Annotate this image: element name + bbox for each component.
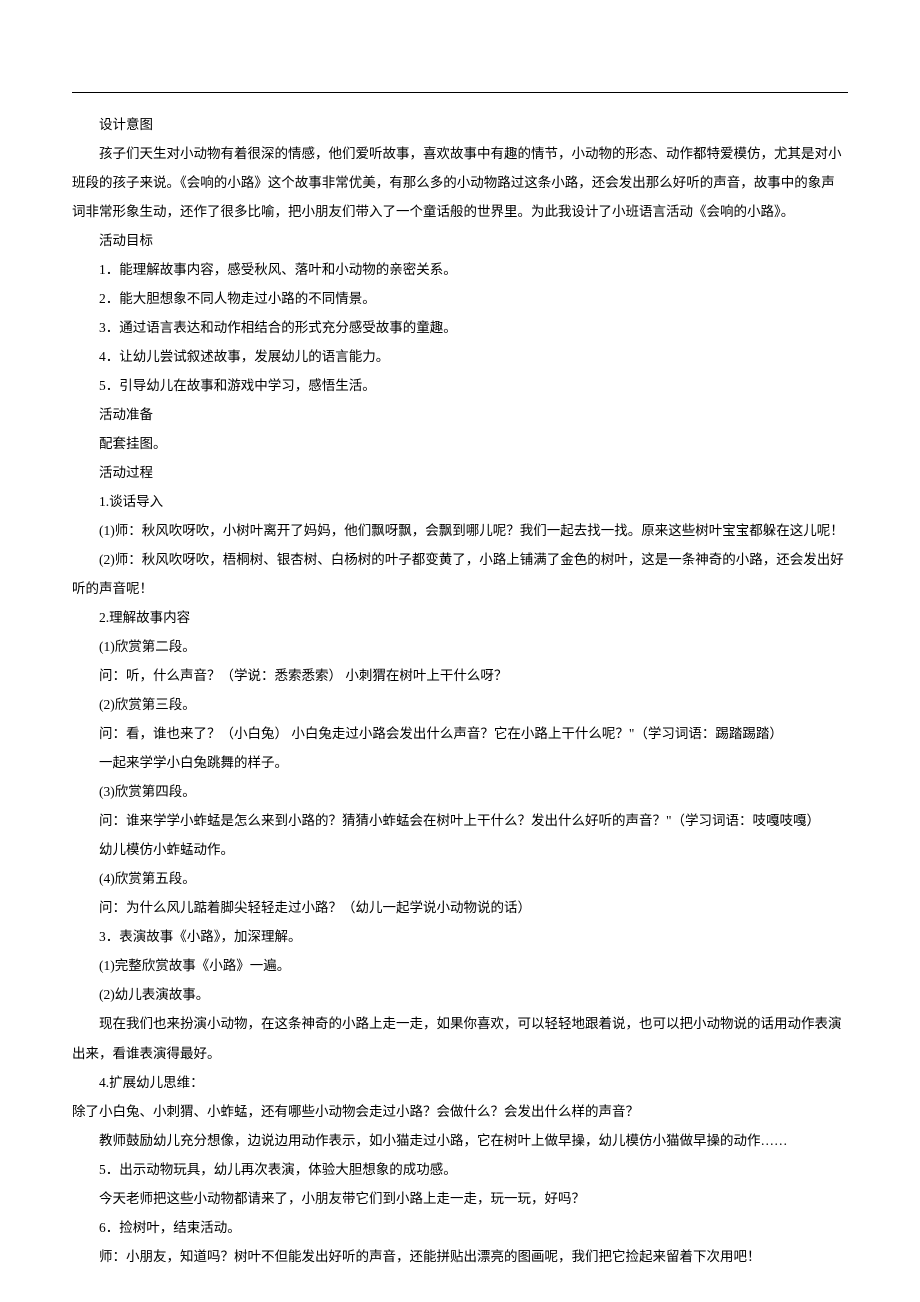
paragraph-line: 2．能大胆想象不同人物走过小路的不同情景。 xyxy=(72,284,848,313)
paragraph-line: 1.谈话导入 xyxy=(72,487,848,516)
paragraph-line: 教师鼓励幼儿充分想像，边说边用动作表示，如小猫走过小路，它在树叶上做早操，幼儿模… xyxy=(72,1126,848,1155)
paragraph-line: 1．能理解故事内容，感受秋风、落叶和小动物的亲密关系。 xyxy=(72,255,848,284)
paragraph-line: 4．让幼儿尝试叙述故事，发展幼儿的语言能力。 xyxy=(72,342,848,371)
paragraph-line: 3．通过语言表达和动作相结合的形式充分感受故事的童趣。 xyxy=(72,313,848,342)
paragraph-line: 设计意图 xyxy=(72,110,848,139)
paragraph-line: 问：谁来学学小蚱蜢是怎么来到小路的？猜猜小蚱蜢会在树叶上干什么？发出什么好听的声… xyxy=(72,806,848,835)
paragraph-line: (4)欣赏第五段。 xyxy=(72,864,848,893)
paragraph-line: 2.理解故事内容 xyxy=(72,603,848,632)
horizontal-rule xyxy=(72,92,848,93)
paragraph-line: 今天老师把这些小动物都请来了，小朋友带它们到小路上走一走，玩一玩，好吗？ xyxy=(72,1184,848,1213)
paragraph-line: (1)欣赏第二段。 xyxy=(72,632,848,661)
paragraph-line: 配套挂图。 xyxy=(72,429,848,458)
paragraph-line: 问：看，谁也来了？（小白兔） 小白兔走过小路会发出什么声音？它在小路上干什么呢？… xyxy=(72,719,848,748)
paragraph-line: 孩子们天生对小动物有着很深的情感，他们爱听故事，喜欢故事中有趣的情节，小动物的形… xyxy=(72,139,848,226)
paragraph-line: 3．表演故事《小路》，加深理解。 xyxy=(72,922,848,951)
paragraph-line: 幼儿模仿小蚱蜢动作。 xyxy=(72,835,848,864)
paragraph-line: (1)完整欣赏故事《小路》一遍。 xyxy=(72,951,848,980)
paragraph-line: (2)师：秋风吹呀吹，梧桐树、银杏树、白杨树的叶子都变黄了，小路上铺满了金色的树… xyxy=(72,545,848,603)
paragraph-line: 除了小白兔、小刺猬、小蚱蜢，还有哪些小动物会走过小路？会做什么？会发出什么样的声… xyxy=(72,1097,848,1126)
paragraph-line: 问：听，什么声音？（学说：悉索悉索） 小刺猬在树叶上干什么呀？ xyxy=(72,661,848,690)
paragraph-line: (2)欣赏第三段。 xyxy=(72,690,848,719)
paragraph-line: (3)欣赏第四段。 xyxy=(72,777,848,806)
paragraph-line: 一起来学学小白兔跳舞的样子。 xyxy=(72,748,848,777)
paragraph-line: 师：小朋友，知道吗？树叶不但能发出好听的声音，还能拼贴出漂亮的图画呢，我们把它捡… xyxy=(72,1242,848,1271)
paragraph-line: 问：为什么风儿踮着脚尖轻轻走过小路？（幼儿一起学说小动物说的话） xyxy=(72,893,848,922)
paragraph-line: 活动目标 xyxy=(72,226,848,255)
document-content: 设计意图孩子们天生对小动物有着很深的情感，他们爱听故事，喜欢故事中有趣的情节，小… xyxy=(72,110,848,1271)
paragraph-line: 4.扩展幼儿思维： xyxy=(72,1068,848,1097)
paragraph-line: 现在我们也来扮演小动物，在这条神奇的小路上走一走，如果你喜欢，可以轻轻地跟着说，… xyxy=(72,1009,848,1067)
paragraph-line: 活动准备 xyxy=(72,400,848,429)
paragraph-line: (2)幼儿表演故事。 xyxy=(72,980,848,1009)
paragraph-line: 活动过程 xyxy=(72,458,848,487)
paragraph-line: 6．捡树叶，结束活动。 xyxy=(72,1213,848,1242)
paragraph-line: 5．引导幼儿在故事和游戏中学习，感悟生活。 xyxy=(72,371,848,400)
paragraph-line: (1)师：秋风吹呀吹，小树叶离开了妈妈，他们飘呀飘，会飘到哪儿呢？我们一起去找一… xyxy=(72,516,848,545)
paragraph-line: 5．出示动物玩具，幼儿再次表演，体验大胆想象的成功感。 xyxy=(72,1155,848,1184)
